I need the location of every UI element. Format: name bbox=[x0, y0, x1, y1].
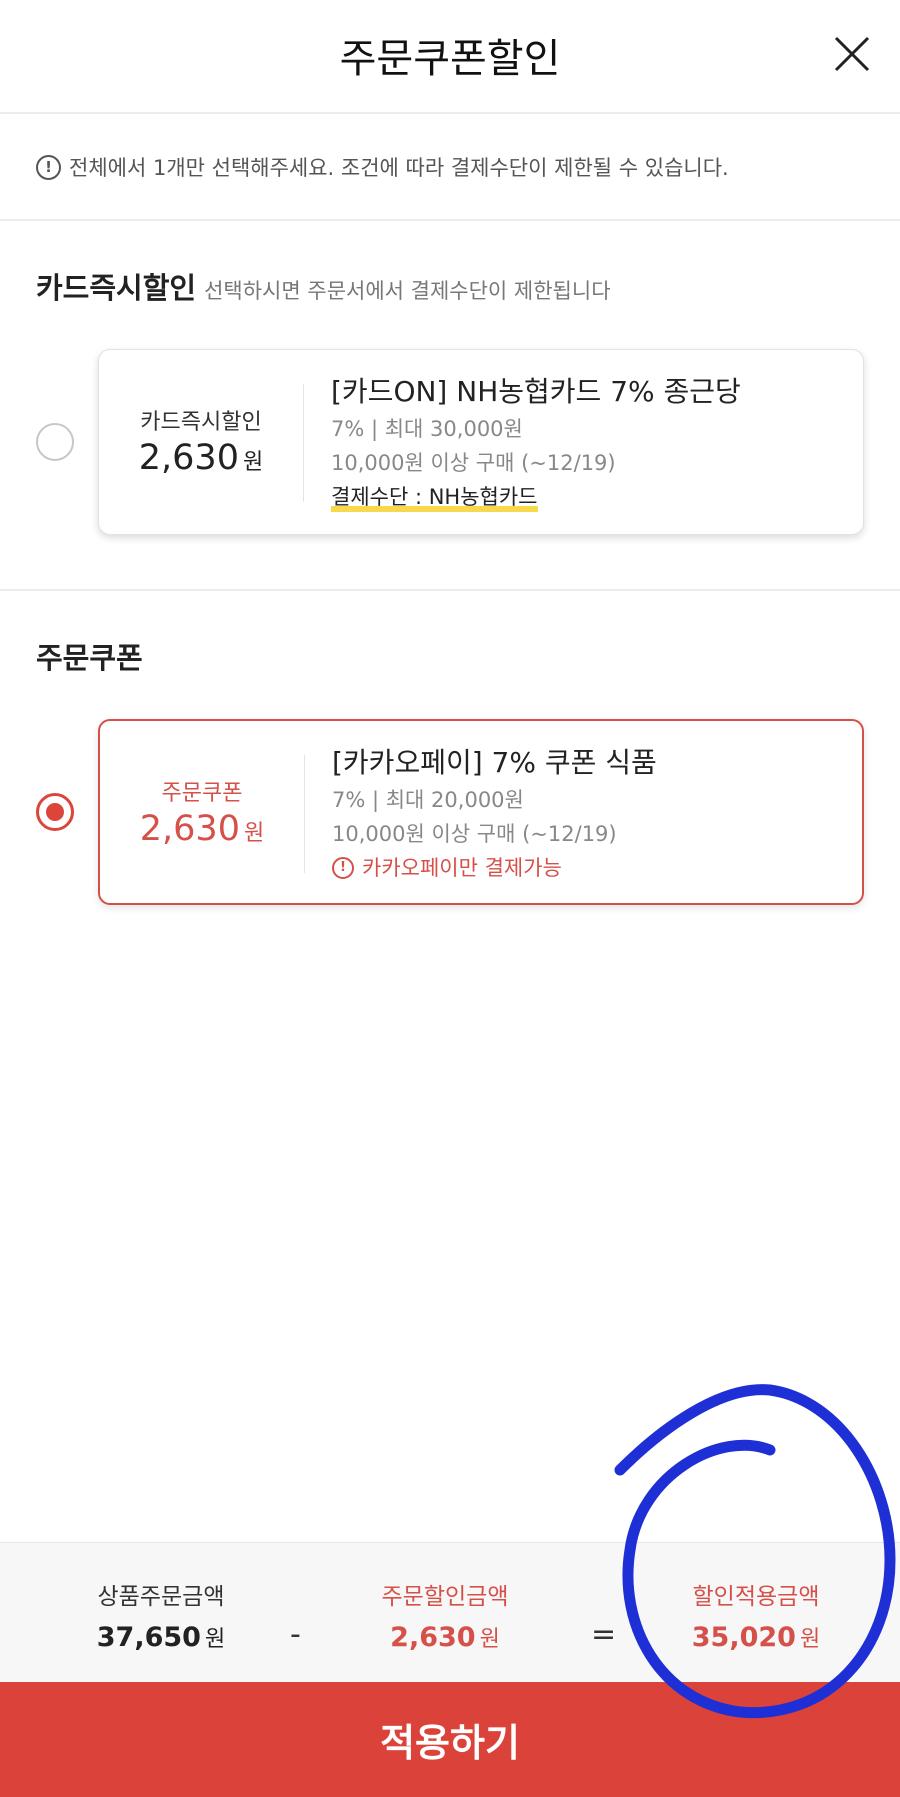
coupon-type-label: 주문쿠폰 bbox=[161, 781, 243, 806]
card-discount-coupon[interactable]: 카드즉시할인 2,630 원 [카드ON] NH농협카드 7% 종근당 7% | … bbox=[98, 349, 864, 535]
product-order-amount-value: 37,650 원 bbox=[51, 1621, 271, 1653]
coupon-rate: 7% | 최대 20,000원 bbox=[332, 788, 524, 812]
coupon-rate: 7% | 최대 30,000원 bbox=[331, 417, 523, 441]
equals-sign: = bbox=[591, 1617, 617, 1652]
coupon-amount: 2,630 원 bbox=[100, 809, 304, 849]
price-summary: 상품주문금액 37,650 원 - 주문할인금액 2,630 원 = 할인적용금액 … bbox=[0, 1542, 900, 1683]
product-amount-unit: 원 bbox=[204, 1627, 226, 1652]
order-coupon-section-title: 주문쿠폰 bbox=[36, 641, 143, 675]
coupon-amount-block: 주문쿠폰 2,630 원 bbox=[100, 721, 304, 903]
warning-icon: ! bbox=[332, 857, 354, 879]
final-amount-label: 할인적용금액 bbox=[692, 1584, 820, 1610]
card-divider bbox=[304, 755, 305, 873]
discount-amount-number: 2,630 bbox=[390, 1622, 476, 1653]
coupon-type-label: 카드즉시할인 bbox=[140, 410, 262, 435]
card-divider bbox=[303, 384, 304, 502]
order-discount-amount: 주문할인금액 2,630 원 bbox=[335, 1577, 555, 1653]
coupon-amount-value: 2,630 bbox=[139, 809, 240, 849]
product-order-amount: 상품주문금액 37,650 원 bbox=[51, 1577, 271, 1653]
order-discount-amount-label: 주문할인금액 bbox=[381, 1584, 509, 1610]
coupon-name: [카드ON] NH농협카드 7% 종근당 bbox=[331, 375, 741, 408]
coupon-condition: 10,000원 이상 구매 (~12/19) bbox=[331, 451, 616, 475]
card-discount-radio[interactable] bbox=[36, 423, 74, 461]
order-coupon[interactable]: 주문쿠폰 2,630 원 [카카오페이] 7% 쿠폰 식품 7% | 최대 20,… bbox=[98, 719, 864, 905]
final-discounted-amount: 할인적용금액 35,020 원 bbox=[646, 1577, 866, 1653]
coupon-amount-value: 2,630 bbox=[138, 438, 239, 478]
coupon-details: [카카오페이] 7% 쿠폰 식품 7% | 최대 20,000원 10,000원… bbox=[332, 743, 846, 885]
coupon-condition: 10,000원 이상 구매 (~12/19) bbox=[332, 822, 617, 846]
payment-method: 결제수단 : NH농협카드 bbox=[331, 480, 538, 514]
product-amount-number: 37,650 bbox=[96, 1622, 201, 1653]
final-amount-unit: 원 bbox=[799, 1627, 821, 1652]
discount-amount-unit: 원 bbox=[479, 1627, 500, 1652]
divider bbox=[0, 589, 900, 591]
minus-sign: - bbox=[290, 1617, 301, 1652]
notice: ! 전체에서 1개만 선택해주세요. 조건에 따라 결제수단이 제한될 수 있습… bbox=[36, 152, 729, 182]
payment-warning: ! 카카오페이만 결제가능 bbox=[332, 851, 846, 885]
order-discount-amount-value: 2,630 원 bbox=[335, 1621, 555, 1653]
card-section-title-text: 카드즉시할인 bbox=[36, 271, 197, 305]
coupon-name: [카카오페이] 7% 쿠폰 식품 bbox=[332, 746, 657, 779]
coupon-amount: 2,630 원 bbox=[99, 438, 303, 478]
apply-button[interactable]: 적용하기 bbox=[0, 1682, 900, 1797]
page-title: 주문쿠폰할인 bbox=[339, 36, 561, 82]
coupon-amount-block: 카드즉시할인 2,630 원 bbox=[99, 350, 303, 534]
header: 주문쿠폰할인 bbox=[0, 0, 900, 114]
payment-warning-text: 카카오페이만 결제가능 bbox=[362, 856, 562, 880]
coupon-amount-unit: 원 bbox=[242, 450, 264, 475]
final-amount-number: 35,020 bbox=[691, 1622, 796, 1653]
final-amount-value: 35,020 원 bbox=[646, 1621, 866, 1653]
info-icon: ! bbox=[36, 154, 61, 180]
card-discount-section-title: 카드즉시할인 선택하시면 주문서에서 결제수단이 제한됩니다 bbox=[36, 265, 611, 307]
divider bbox=[0, 219, 900, 221]
order-coupon-radio[interactable] bbox=[36, 793, 74, 831]
card-section-subtitle: 선택하시면 주문서에서 결제수단이 제한됩니다 bbox=[204, 279, 611, 303]
close-icon[interactable] bbox=[830, 32, 874, 76]
coupon-amount-unit: 원 bbox=[243, 821, 265, 846]
product-order-amount-label: 상품주문금액 bbox=[97, 1584, 225, 1610]
notice-text: 전체에서 1개만 선택해주세요. 조건에 따라 결제수단이 제한될 수 있습니다… bbox=[69, 156, 729, 180]
coupon-details: [카드ON] NH농협카드 7% 종근당 7% | 최대 30,000원 10,… bbox=[331, 372, 847, 514]
payment-method-text: 결제수단 : NH농협카드 bbox=[331, 485, 538, 509]
